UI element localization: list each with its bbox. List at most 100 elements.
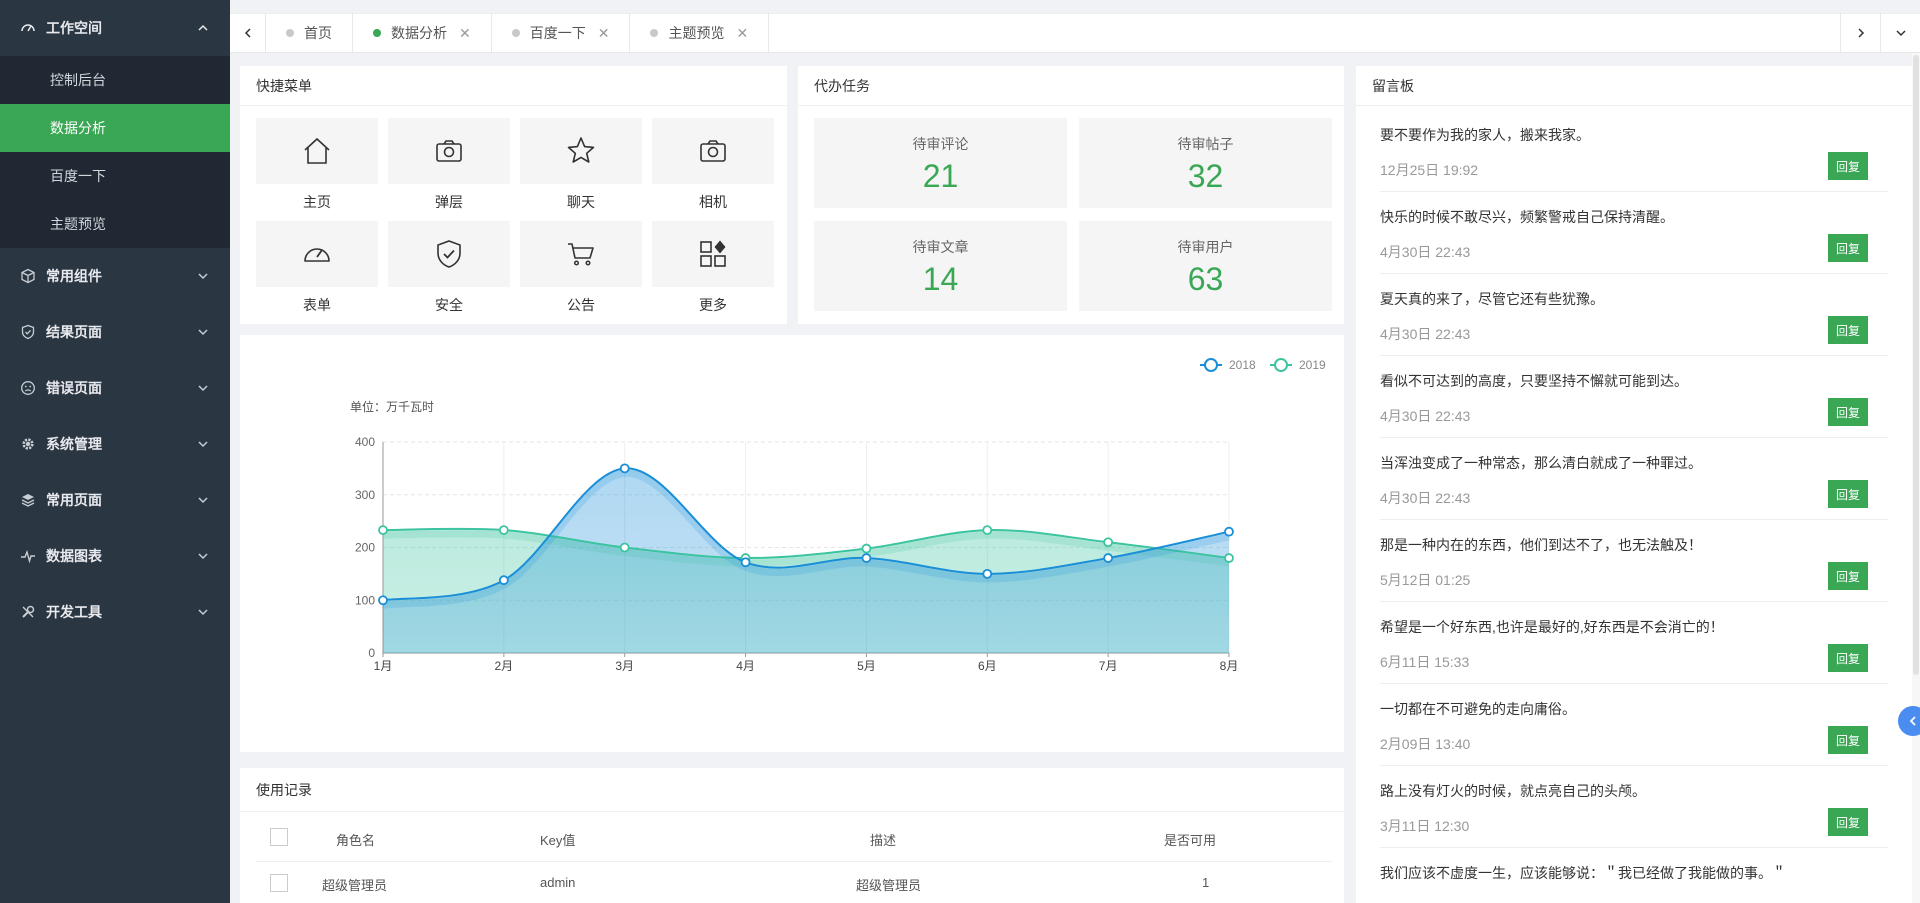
row-checkbox[interactable] xyxy=(270,874,288,892)
close-icon[interactable]: ✕ xyxy=(459,25,471,42)
menu-workspace[interactable]: 工作空间 xyxy=(0,0,230,56)
quick-menu-card: 快捷菜单 主页 弹层 聊天 相机 表单 安全 公告 更多 xyxy=(240,66,787,324)
column-header: 是否可用 xyxy=(1164,833,1217,848)
reply-button[interactable]: 回复 xyxy=(1828,398,1868,426)
data-point-2019-5月 xyxy=(861,543,872,554)
quick-item-camera[interactable]: 相机 xyxy=(652,118,774,221)
quick-item-chat[interactable]: 聊天 xyxy=(520,118,642,221)
data-point-2018-2月 xyxy=(498,575,509,586)
tab-theme-preview[interactable]: 主题预览 ✕ xyxy=(630,13,770,53)
chevron-left-icon xyxy=(1909,716,1916,726)
sidebar-item-theme-preview[interactable]: 主题预览 xyxy=(0,200,230,248)
legend-marker-2019 xyxy=(1274,358,1288,372)
menu-error-pages[interactable]: 错误页面 xyxy=(0,360,230,416)
tools-icon xyxy=(20,604,36,620)
message-board-card: 留言板 要不要作为我的家人，搬来我家。 12月25日 19:92 回复 快乐的时候不敢… xyxy=(1356,66,1912,903)
close-icon[interactable]: ✕ xyxy=(736,25,748,42)
chevron-down-icon xyxy=(196,269,210,283)
close-icon[interactable]: ✕ xyxy=(598,25,610,42)
table-cell: 1 xyxy=(1202,875,1210,890)
menu-system-management[interactable]: 系统管理 xyxy=(0,416,230,472)
select-all-checkbox[interactable] xyxy=(270,828,288,846)
quick-item-more[interactable]: 更多 xyxy=(652,221,774,324)
table-row: 超级管理员 admin 超级管理员 1 xyxy=(256,862,1332,902)
quick-item-label: 聊天 xyxy=(567,194,595,210)
reply-button[interactable]: 回复 xyxy=(1828,234,1868,262)
menu-label: 数据图表 xyxy=(46,548,102,564)
reply-button[interactable]: 回复 xyxy=(1828,808,1868,836)
usage-table-header: 角色名 Key值 描述 是否可用 xyxy=(256,812,1332,862)
chevron-left-icon xyxy=(244,28,251,38)
task-label: 待审用户 xyxy=(1177,239,1234,255)
message-text: 希望是一个好东西,也许是最好的,好东西是不会消亡的！ xyxy=(1380,619,1724,635)
tab-baidu[interactable]: 百度一下 ✕ xyxy=(492,13,631,53)
quick-menu-title: 快捷菜单 xyxy=(240,66,787,106)
message-time: 4月30日 22:43 xyxy=(1380,326,1471,342)
reply-button[interactable]: 回复 xyxy=(1828,480,1868,508)
sidebar-item-baidu[interactable]: 百度一下 xyxy=(0,152,230,200)
pulse-icon xyxy=(20,548,36,564)
column-header: Key值 xyxy=(540,833,576,848)
quick-item-form[interactable]: 表单 xyxy=(256,221,378,324)
message-item: 一切都在不可避免的走向庸俗。 2月09日 13:40 回复 xyxy=(1380,684,1888,766)
tab-label: 数据分析 xyxy=(391,25,447,41)
reply-button[interactable]: 回复 xyxy=(1828,644,1868,672)
sidebar-item-console[interactable]: 控制后台 xyxy=(0,56,230,104)
dashboard-icon xyxy=(20,20,36,36)
reply-button[interactable]: 回复 xyxy=(1828,726,1868,754)
quick-item-label: 主页 xyxy=(303,194,331,210)
menu-dev-tools[interactable]: 开发工具 xyxy=(0,584,230,640)
message-item: 那是一种内在的东西，他们到达不了，也无法触及！ 5月12日 01:25 回复 xyxy=(1380,520,1888,602)
message-item: 看似不可达到的高度，只要坚持不懈就可能到达。 4月30日 22:43 回复 xyxy=(1380,356,1888,438)
tab-data-analysis[interactable]: 数据分析 ✕ xyxy=(353,13,492,53)
tab-scroll-right-button[interactable] xyxy=(1840,13,1880,53)
reply-button[interactable]: 回复 xyxy=(1828,152,1868,180)
camera-icon xyxy=(700,140,726,162)
menu-workspace-label: 工作空间 xyxy=(46,20,102,36)
gauge-icon xyxy=(304,248,330,262)
menu-result-pages[interactable]: 结果页面 xyxy=(0,304,230,360)
tab-menu-button[interactable] xyxy=(1880,13,1920,53)
message-text: 我们应该不虚度一生，应该能够说：＂我已经做了我能做的事。＂ xyxy=(1380,865,1786,881)
menu-data-charts[interactable]: 数据图表 xyxy=(0,528,230,584)
data-point-2018-8月 xyxy=(1224,526,1234,537)
page-scrollbar[interactable] xyxy=(1912,53,1920,903)
menu-common-pages[interactable]: 常用页面 xyxy=(0,472,230,528)
task-label: 待审帖子 xyxy=(1177,136,1234,152)
task-pending-users[interactable]: 待审用户 63 xyxy=(1079,221,1332,311)
menu-label: 系统管理 xyxy=(46,436,102,452)
quick-item-box xyxy=(388,221,510,287)
menu-common-components[interactable]: 常用组件 xyxy=(0,248,230,304)
task-pending-posts[interactable]: 待审帖子 32 xyxy=(1079,118,1332,208)
x-tick-label: 1月 xyxy=(374,659,393,673)
tab-label: 首页 xyxy=(304,25,332,41)
quick-item-popup[interactable]: 弹层 xyxy=(388,118,510,221)
chevron-down-icon xyxy=(196,437,210,451)
message-time: 5月12日 01:25 xyxy=(1380,572,1471,588)
menu-label: 错误页面 xyxy=(46,380,102,396)
legend-marker-2018 xyxy=(1204,358,1218,372)
data-point-2018-3月 xyxy=(619,463,630,474)
apps-icon xyxy=(700,240,726,267)
sad-face-icon xyxy=(20,380,36,396)
quick-item-notice[interactable]: 公告 xyxy=(520,221,642,324)
menu-label: 常用组件 xyxy=(46,268,102,284)
reply-button[interactable]: 回复 xyxy=(1828,562,1868,590)
message-text: 当浑浊变成了一种常态，那么清白就成了一种罪过。 xyxy=(1380,455,1702,471)
sidebar-item-data-analysis[interactable]: 数据分析 xyxy=(0,104,230,152)
task-pending-comments[interactable]: 待审评论 21 xyxy=(814,118,1067,208)
gear-icon xyxy=(20,436,36,452)
tab-home[interactable]: 首页 xyxy=(266,13,353,53)
tab-scroll-left-button[interactable] xyxy=(230,13,266,53)
scrollbar-thumb[interactable] xyxy=(1913,55,1919,675)
quick-item-label: 表单 xyxy=(303,297,331,313)
quick-item-home[interactable]: 主页 xyxy=(256,118,378,221)
task-pending-articles[interactable]: 待审文章 14 xyxy=(814,221,1067,311)
message-time: 4月30日 22:43 xyxy=(1380,490,1471,506)
side-toggle-button[interactable] xyxy=(1898,706,1920,736)
reply-button[interactable]: 回复 xyxy=(1828,316,1868,344)
shield-check-icon xyxy=(20,324,36,340)
chevron-down-icon xyxy=(196,381,210,395)
quick-item-security[interactable]: 安全 xyxy=(388,221,510,324)
camera-icon xyxy=(436,140,462,162)
